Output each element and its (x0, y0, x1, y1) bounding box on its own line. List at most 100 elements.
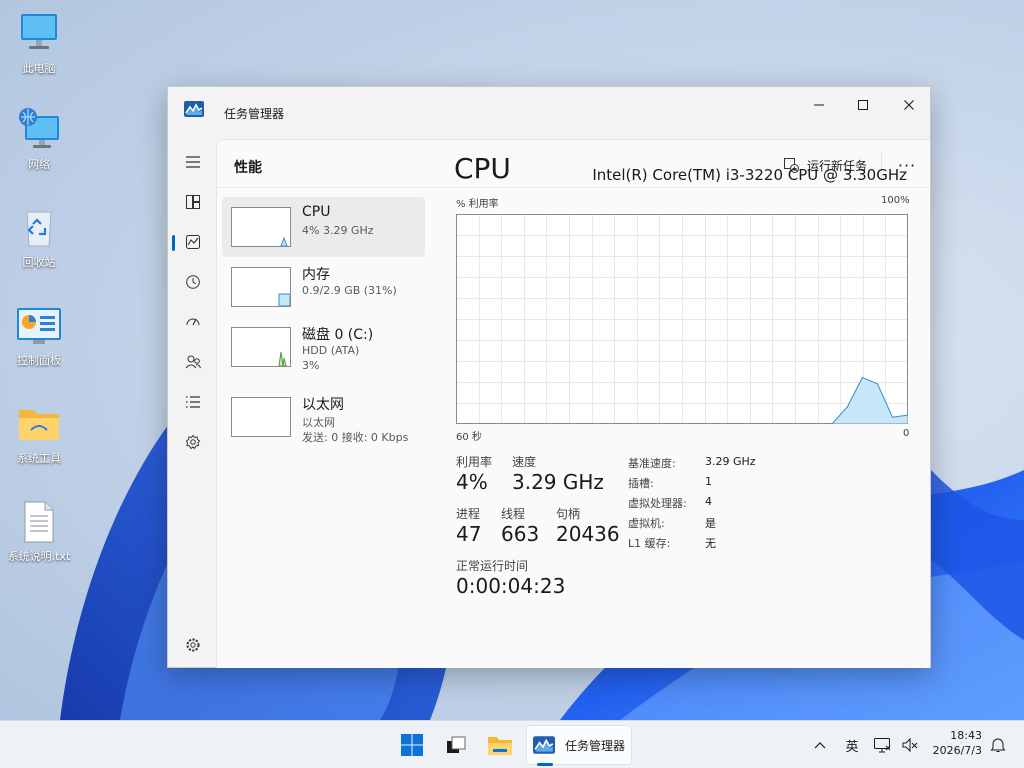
desktop-icon-readme[interactable]: 系统说明.txt (3, 498, 75, 564)
desktop-icon-network[interactable]: 网络 (3, 106, 75, 172)
processes-value: 47 (456, 522, 482, 546)
y-axis-max: 100% (881, 195, 910, 206)
file-explorer-button[interactable] (480, 725, 520, 765)
device-memory[interactable]: 内存 0.9/2.9 GB (31%) (222, 257, 425, 317)
start-button[interactable] (392, 725, 432, 765)
this-pc-icon (21, 14, 57, 49)
input-method-label: 英 (845, 739, 859, 755)
sockets-value: 1 (705, 475, 712, 488)
menu-icon (186, 156, 200, 168)
settings-icon (186, 638, 200, 652)
desktop-icon-control-panel[interactable]: 控制面板 (3, 302, 75, 368)
disk-mini-graph (278, 351, 287, 366)
device-summary: 0.9/2.9 GB (31%) (302, 284, 397, 297)
nav-services[interactable] (178, 427, 208, 457)
x-axis-end: 0 (903, 428, 910, 439)
nav-details[interactable] (178, 387, 208, 417)
device-name: 磁盘 0 (C:) (302, 327, 374, 343)
device-throughput: 发送: 0 接收: 0 Kbps (302, 431, 409, 444)
close-button[interactable] (886, 91, 932, 119)
l1-cache-label: L1 缓存: (628, 537, 671, 550)
volume-button[interactable] (898, 725, 922, 765)
processes-label: 进程 (456, 507, 481, 521)
task-manager-taskbar-button[interactable]: 任务管理器 (526, 725, 632, 765)
folder-icon (19, 410, 59, 440)
base-speed-label: 基准速度: (628, 457, 676, 470)
nav-performance[interactable] (178, 227, 208, 257)
cpu-mini-graph (280, 236, 288, 246)
virtual-machine-value: 是 (705, 517, 716, 530)
cpu-heading: CPU (454, 152, 511, 185)
device-name: 内存 (302, 267, 330, 283)
task-manager-window: 任务管理器 性能 运行新任务 ··· CPU 4% 3.29 GHz 内存 0.… (167, 86, 931, 668)
network-status-button[interactable] (870, 725, 894, 765)
nav-users[interactable] (178, 347, 208, 377)
uptime-value: 0:00:04:23 (456, 574, 566, 598)
recycle-bin-icon (26, 211, 52, 247)
window-title: 任务管理器 (224, 107, 285, 121)
chevron-up-icon (814, 742, 826, 749)
cpu-model: Intel(R) Core(TM) i3-3220 CPU @ 3.30GHz (592, 166, 907, 184)
device-summary: 以太网 (302, 416, 335, 429)
uptime-label: 正常运行时间 (456, 559, 529, 573)
content-panel: 性能 运行新任务 ··· CPU 4% 3.29 GHz 内存 0.9/2.9 … (216, 139, 930, 668)
text-file-icon (24, 501, 54, 543)
desktop-icon-this-pc[interactable]: 此电脑 (3, 10, 75, 76)
maximize-button[interactable] (840, 91, 886, 119)
device-name: 以太网 (302, 397, 344, 413)
task-view-icon (447, 736, 466, 753)
taskbar: 任务管理器 英 18:43 2026/7/3 (0, 720, 1024, 768)
start-icon (401, 734, 423, 756)
nav-settings[interactable] (178, 630, 208, 660)
sockets-label: 插槽: (628, 477, 654, 490)
disk-thumbnail (231, 327, 291, 367)
virtual-processors-label: 虚拟处理器: (628, 497, 687, 510)
users-icon (185, 355, 201, 369)
speed-label: 速度 (512, 455, 537, 469)
y-axis-label: % 利用率 (456, 199, 499, 210)
performance-icon (186, 235, 200, 249)
nav-menu-button[interactable] (178, 147, 208, 177)
device-cpu[interactable]: CPU 4% 3.29 GHz (222, 197, 425, 257)
minimize-icon (814, 104, 824, 106)
task-manager-app-icon (533, 736, 555, 754)
nav-startup-apps[interactable] (178, 307, 208, 337)
clock-time: 18:43 (950, 729, 982, 742)
ethernet-thumbnail (231, 397, 291, 437)
task-manager-app-icon (184, 101, 204, 117)
memory-mini-graph (278, 293, 290, 306)
device-ethernet[interactable]: 以太网 以太网 发送: 0 接收: 0 Kbps (222, 387, 425, 447)
app-history-icon (186, 275, 200, 289)
nav-app-history[interactable] (178, 267, 208, 297)
l1-cache-value: 无 (705, 537, 716, 550)
x-axis-start: 60 秒 (456, 432, 482, 443)
clock[interactable]: 18:43 2026/7/3 (924, 729, 982, 757)
desktop-icon-system-tools[interactable]: 系统工具 (3, 400, 75, 466)
virtual-machine-label: 虚拟机: (628, 517, 665, 530)
device-disk[interactable]: 磁盘 0 (C:) HDD (ATA) 3% (222, 317, 425, 377)
page-title: 性能 (234, 160, 262, 176)
minimize-button[interactable] (796, 91, 842, 119)
cpu-thumbnail (231, 207, 291, 247)
nav-processes[interactable] (178, 187, 208, 217)
nav-active-indicator (172, 235, 175, 251)
threads-value: 663 (501, 522, 540, 546)
active-app-label: 任务管理器 (565, 738, 626, 753)
volume-muted-icon (902, 737, 918, 753)
active-app-indicator (537, 763, 553, 766)
device-name: CPU (302, 204, 331, 220)
notifications-button[interactable] (986, 725, 1010, 765)
device-summary: HDD (ATA) (302, 344, 360, 357)
input-method-button[interactable]: 英 (840, 725, 864, 765)
show-hidden-icons-button[interactable] (808, 725, 832, 765)
speed-value: 3.29 GHz (512, 470, 604, 494)
title-bar[interactable]: 任务管理器 (168, 87, 932, 121)
task-view-button[interactable] (436, 725, 476, 765)
cpu-utilization-graph (456, 214, 908, 424)
virtual-processors-value: 4 (705, 495, 712, 508)
desktop-icon-recycle-bin[interactable]: 回收站 (3, 204, 75, 270)
handles-value: 20436 (556, 522, 620, 546)
close-icon (904, 100, 914, 110)
handles-label: 句柄 (556, 507, 581, 521)
threads-label: 线程 (501, 507, 526, 521)
